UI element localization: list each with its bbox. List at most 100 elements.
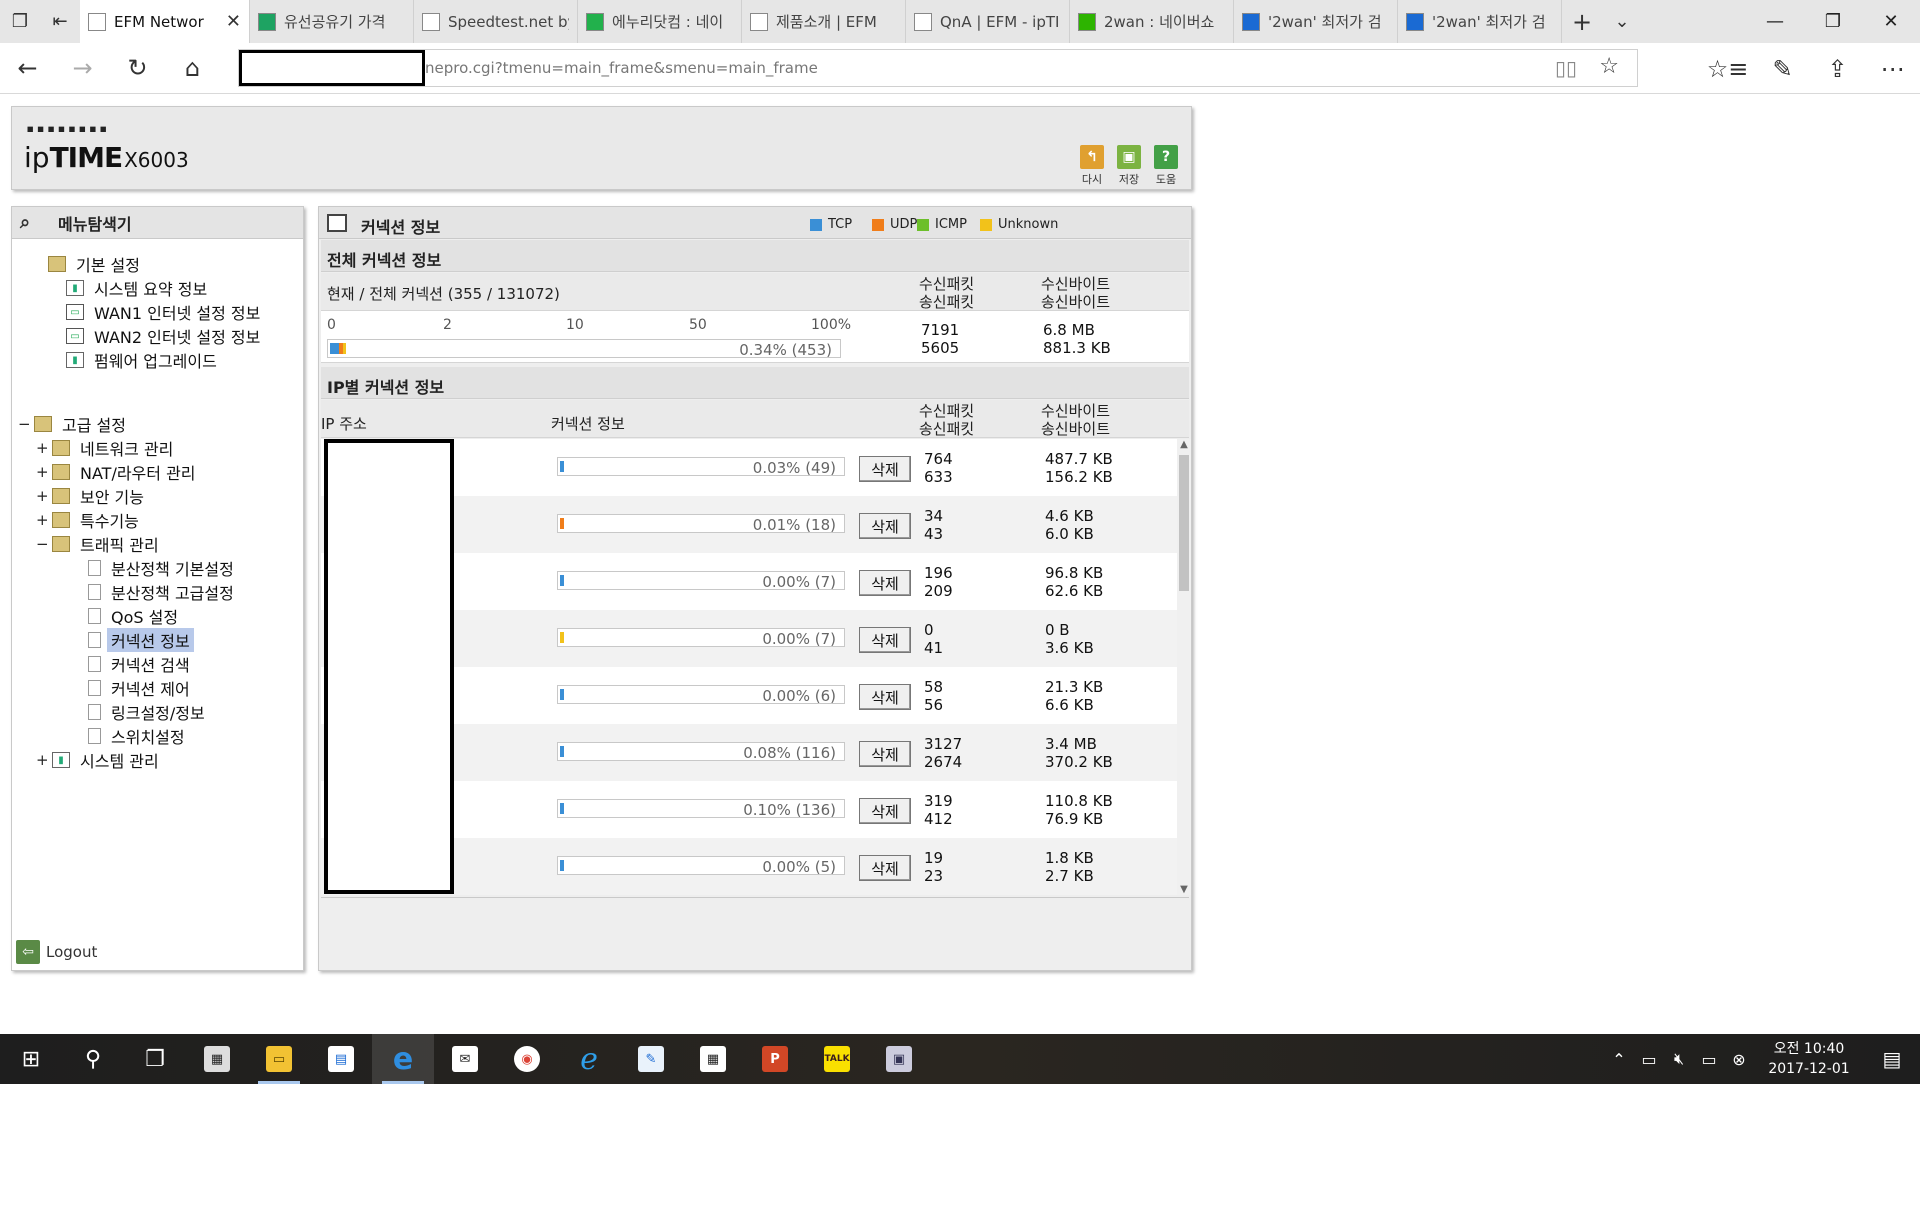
menu-item[interactable]: 스위치설정	[72, 725, 189, 747]
battery-icon[interactable]: ▭	[1634, 1050, 1664, 1069]
delete-button[interactable]: 삭제	[859, 513, 911, 539]
task-view-icon[interactable]: ❐	[124, 1034, 186, 1084]
menu-item[interactable]: QoS 설정	[72, 605, 182, 627]
search-icon[interactable]: ⚲	[62, 1034, 124, 1084]
menu-item[interactable]: 커넥션 제어	[72, 677, 194, 699]
menu-item[interactable]: + ▮ 시스템 관리	[36, 749, 163, 771]
store-icon[interactable]: ▤	[310, 1034, 372, 1084]
browser-tab[interactable]: '2wan' 최저가 검	[1234, 0, 1398, 43]
network-icon[interactable]: ▭	[1694, 1050, 1724, 1069]
expand-icon[interactable]: +	[36, 751, 49, 769]
minimize-icon[interactable]: —	[1746, 0, 1804, 43]
menu-item[interactable]: 분산정책 고급설정	[72, 581, 238, 603]
remote-app-icon[interactable]: ▣	[868, 1034, 930, 1084]
new-tab-icon[interactable]: +	[1562, 0, 1602, 43]
browser-tab[interactable]: EFM Networ ✕	[80, 0, 250, 43]
menu-item[interactable]: ▭ WAN1 인터넷 설정 정보	[50, 301, 264, 323]
editor-app-icon[interactable]: ✎	[620, 1034, 682, 1084]
tab-preview-icon[interactable]: ❐	[0, 0, 40, 43]
action-center-icon[interactable]: ▤	[1864, 1047, 1920, 1071]
tx-packets: 23	[924, 867, 944, 885]
menu-item[interactable]: ▮ 시스템 요약 정보	[50, 277, 211, 299]
browser-tab[interactable]: '2wan' 최저가 검	[1398, 0, 1562, 43]
save-button[interactable]: ▣ 저장	[1113, 145, 1145, 187]
delete-button[interactable]: 삭제	[859, 456, 911, 482]
browser-tab[interactable]: Speedtest.net by	[414, 0, 578, 43]
start-icon[interactable]: ⊞	[0, 1034, 62, 1084]
ip-bar-value: 0.08% (116)	[743, 744, 836, 762]
favorites-hub-icon[interactable]: ☆≡	[1700, 43, 1755, 94]
restore-icon[interactable]: ❐	[1804, 0, 1862, 43]
reload-button[interactable]: ↰ 다시	[1076, 145, 1108, 187]
home-icon[interactable]: ⌂	[165, 43, 220, 94]
forward-icon[interactable]: →	[55, 43, 110, 94]
collapse-icon[interactable]: −	[36, 535, 49, 553]
scroll-thumb[interactable]	[1179, 455, 1189, 591]
chrome-icon[interactable]: ◉	[496, 1034, 558, 1084]
menu-item[interactable]: + 네트워크 관리	[36, 437, 177, 459]
collapse-icon[interactable]: −	[18, 415, 31, 433]
browser-tab[interactable]: 에누리닷컴 : 네이	[578, 0, 742, 43]
menu-item[interactable]: + 보안 기능	[36, 485, 148, 507]
mail-icon[interactable]: ✉	[434, 1034, 496, 1084]
file-explorer-icon[interactable]: ▭	[248, 1034, 310, 1084]
menu-item[interactable]: 커넥션 정보	[72, 628, 194, 652]
close-window-icon[interactable]: ✕	[1862, 0, 1920, 43]
calendar-icon[interactable]: ▦	[682, 1034, 744, 1084]
expand-icon[interactable]: +	[36, 463, 49, 481]
expand-icon[interactable]: +	[36, 439, 49, 457]
internet-explorer-icon[interactable]: ℯ	[558, 1034, 620, 1084]
delete-button[interactable]: 삭제	[859, 570, 911, 596]
delete-button[interactable]: 삭제	[859, 741, 911, 767]
reading-view-icon[interactable]: ▯▯	[1555, 56, 1577, 80]
taskbar-clock[interactable]: 오전 10:40 2017-12-01	[1754, 1039, 1864, 1079]
ip-packets: 196 209	[924, 564, 953, 600]
refresh-icon[interactable]: ↻	[110, 43, 165, 94]
expand-icon[interactable]: +	[36, 511, 49, 529]
menu-item[interactable]: − 트래픽 관리	[36, 533, 163, 555]
menu-item[interactable]: ▭ WAN2 인터넷 설정 정보	[50, 325, 264, 347]
tx-bytes: 156.2 KB	[1045, 468, 1113, 486]
delete-button[interactable]: 삭제	[859, 798, 911, 824]
network-error-icon[interactable]: ⊗	[1724, 1050, 1754, 1069]
edge-browser-icon[interactable]: e	[372, 1034, 434, 1084]
more-menu-icon[interactable]: ⋯	[1865, 43, 1920, 94]
scroll-up-icon[interactable]: ▲	[1177, 439, 1191, 450]
browser-tab[interactable]: 제품소개 | EFM	[742, 0, 906, 43]
delete-button[interactable]: 삭제	[859, 684, 911, 710]
menu-item[interactable]: + 특수기능	[36, 509, 143, 531]
share-icon[interactable]: ⇪	[1810, 43, 1865, 94]
scroll-down-icon[interactable]: ▼	[1177, 884, 1191, 895]
set-aside-tabs-icon[interactable]: ⇤	[40, 0, 80, 43]
per-ip-scrollbar[interactable]: ▲ ▼	[1177, 439, 1191, 895]
delete-button[interactable]: 삭제	[859, 855, 911, 881]
menu-item[interactable]: 커넥션 검색	[72, 653, 194, 675]
media-app-icon[interactable]: ▦	[186, 1034, 248, 1084]
logout-button[interactable]: ⇦ Logout	[16, 940, 97, 964]
tab-list-chevron-icon[interactable]: ⌄	[1602, 0, 1642, 43]
tab-close-icon[interactable]: ✕	[226, 11, 241, 32]
menu-item[interactable]: ▮ 펌웨어 업그레이드	[50, 349, 221, 371]
back-icon[interactable]: ←	[0, 43, 55, 94]
help-button[interactable]: ? 도움	[1150, 145, 1182, 187]
menu-item[interactable]: 기본 설정	[32, 253, 144, 275]
menu-item[interactable]: + NAT/라우터 관리	[36, 461, 200, 483]
menu-item-label: 시스템 관리	[80, 752, 159, 771]
web-note-icon[interactable]: ✎	[1755, 43, 1810, 94]
volume-muted-icon[interactable]: 🔇︎	[1664, 1049, 1694, 1069]
tray-chevron-icon[interactable]: ⌃	[1604, 1050, 1634, 1069]
ip-connection-fill	[560, 689, 564, 700]
expand-icon[interactable]: +	[36, 487, 49, 505]
browser-tab[interactable]: QnA | EFM - ipTI	[906, 0, 1070, 43]
favorite-star-icon[interactable]: ☆	[1599, 54, 1619, 79]
powerpoint-icon[interactable]: P	[744, 1034, 806, 1084]
browser-tab[interactable]: 유선공유기 가격	[250, 0, 414, 43]
address-bar[interactable]: nepro.cgi?tmenu=main_frame&smenu=main_fr…	[238, 49, 1638, 87]
menu-item[interactable]: − 고급 설정	[18, 413, 130, 435]
delete-button[interactable]: 삭제	[859, 627, 911, 653]
menu-item[interactable]: 링크설정/정보	[72, 701, 209, 723]
browser-tab[interactable]: 2wan : 네이버쇼	[1070, 0, 1234, 43]
kakaotalk-icon[interactable]: TALK	[806, 1034, 868, 1084]
page-icon	[88, 632, 101, 648]
menu-item[interactable]: 분산정책 기본설정	[72, 557, 238, 579]
